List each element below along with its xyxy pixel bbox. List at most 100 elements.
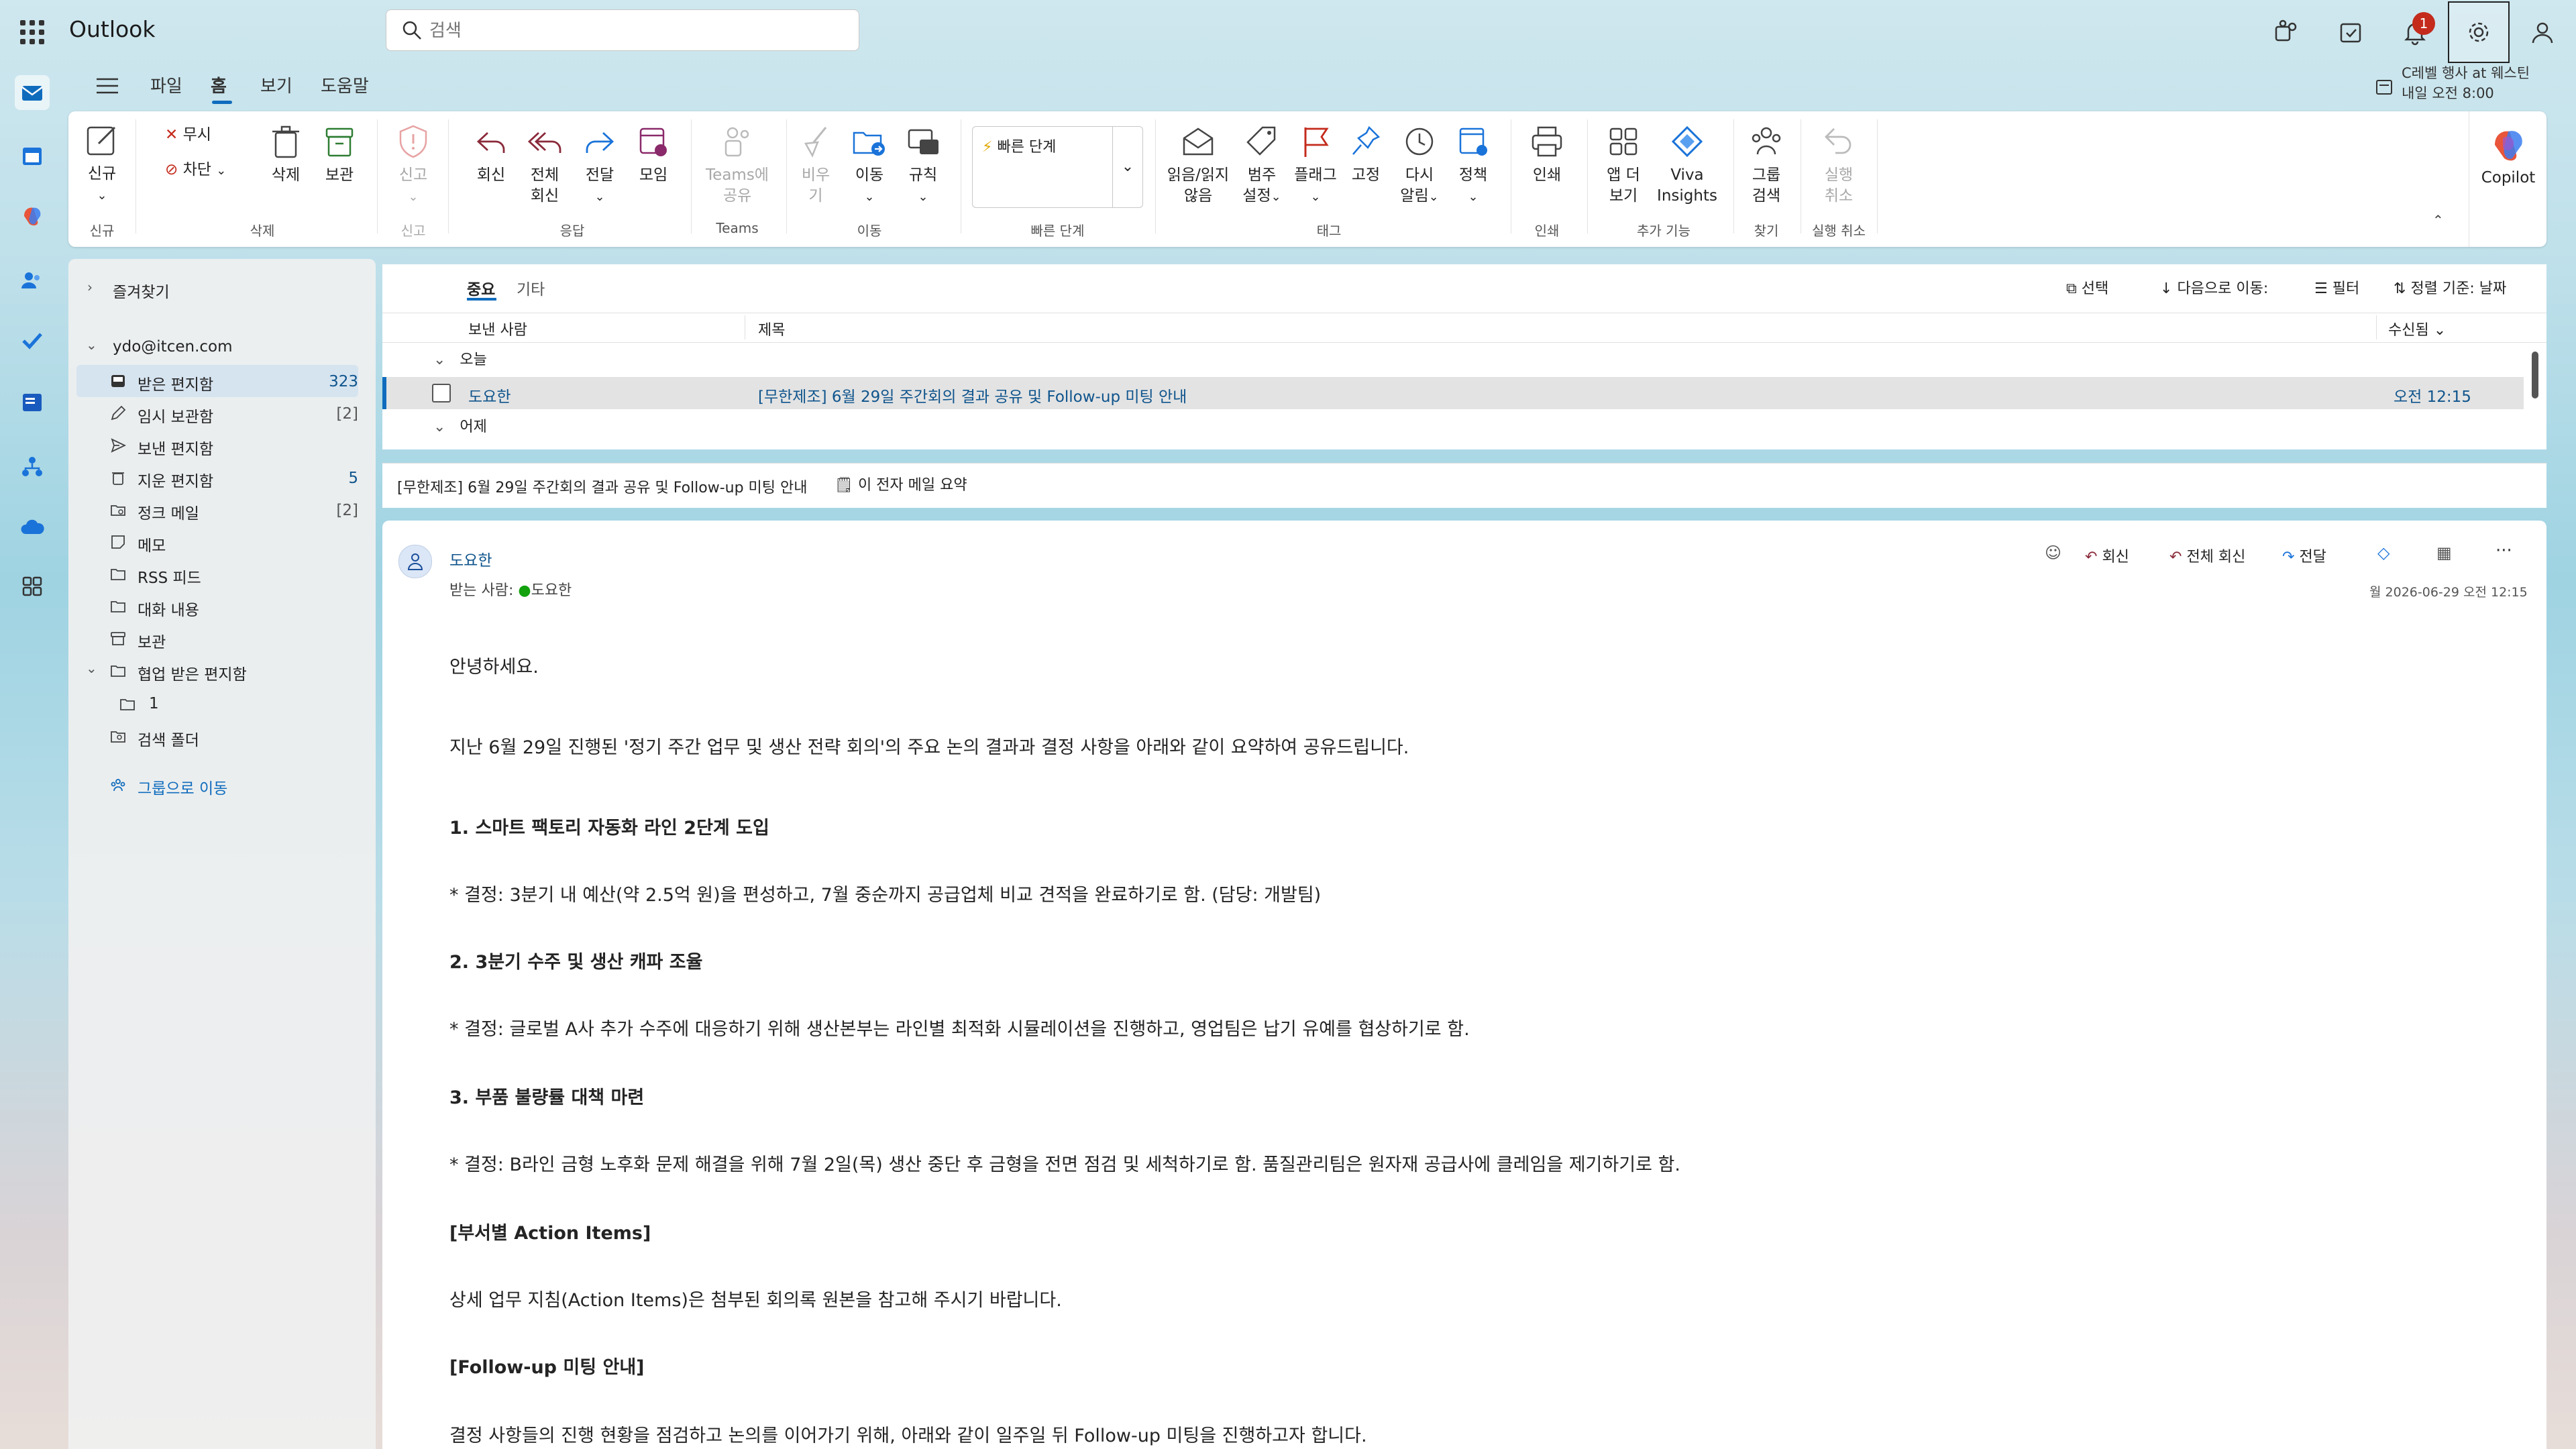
quick-steps-expand-icon[interactable]: ⌄ xyxy=(1112,127,1142,207)
tab-home[interactable]: 홈 xyxy=(211,72,227,97)
tab-other[interactable]: 기타 xyxy=(517,276,545,299)
inbox-icon xyxy=(111,375,125,387)
report-button[interactable]: 신고 ⌄ xyxy=(393,123,433,207)
my-day-icon[interactable] xyxy=(2334,15,2369,50)
folder-search-folders[interactable]: 검색 폴더 xyxy=(68,720,358,753)
search-input[interactable] xyxy=(428,17,833,45)
sweep-button[interactable]: 비우기 xyxy=(796,123,836,207)
reading-reply-button[interactable]: ↶ 회신 xyxy=(2085,545,2129,566)
viva-icon[interactable]: ◇ xyxy=(2377,543,2390,562)
favorites-section[interactable]: › 즐겨찾기 xyxy=(68,272,358,305)
copilot-button[interactable]: Copilot xyxy=(2469,111,2547,247)
group-label-new: 신규 xyxy=(89,223,115,239)
more-actions-icon[interactable]: ··· xyxy=(2496,541,2512,561)
policy-button[interactable]: 정책 ⌄ xyxy=(1453,123,1493,207)
tab-focused[interactable]: 중요 xyxy=(467,276,495,299)
onedrive-icon[interactable] xyxy=(15,510,50,545)
rules-button[interactable]: 규칙 ⌄ xyxy=(903,123,943,207)
ignore-button[interactable]: ✕ 무시 xyxy=(165,125,211,146)
reading-forward-button[interactable]: ↷ 전달 xyxy=(2282,545,2326,566)
folder-inbox[interactable]: 받은 편지함 323 xyxy=(76,365,358,397)
group-header-today[interactable]: ⌄ 오늘 xyxy=(433,347,487,369)
block-button[interactable]: ⊘ 차단 ⌄ xyxy=(165,160,226,181)
people-icon[interactable] xyxy=(15,263,50,298)
reading-subject: [무한제조] 6월 29일 주간회의 결과 공유 및 Follow-up 미팅 … xyxy=(397,480,808,496)
apps-icon[interactable]: ▦ xyxy=(2436,543,2452,562)
message-list: 중요 기타 ⧉ 선택 ↓ 다음으로 이동: ☰ 필터 ⇅ 정렬 기준: 날짜 보… xyxy=(382,264,2546,449)
todo-icon[interactable] xyxy=(15,323,50,358)
more-apps-button[interactable]: 앱 더 보기 xyxy=(1603,123,1644,207)
forward-button[interactable]: 전달 ⌄ xyxy=(580,123,620,207)
settings-button[interactable] xyxy=(2448,1,2510,63)
print-button[interactable]: 인쇄 xyxy=(1527,123,1567,186)
group-header-yesterday[interactable]: ⌄ 어제 xyxy=(433,415,487,436)
reaction-emoji-icon[interactable]: ☺ xyxy=(2045,543,2061,562)
flag-button[interactable]: 플래그 ⌄ xyxy=(1292,123,1339,207)
summarize-email-button[interactable]: 🗒 이 전자 메일 요약 xyxy=(835,473,967,494)
tab-file[interactable]: 파일 xyxy=(150,72,182,97)
folder-collab-inbox[interactable]: ⌄ 협업 받은 편지함 xyxy=(68,655,358,687)
teams-icon[interactable] xyxy=(2268,15,2303,50)
more-apps-icon[interactable] xyxy=(15,569,50,604)
undo-button[interactable]: 실행 취소 xyxy=(1815,123,1862,207)
filter-button[interactable]: ☰ 필터 xyxy=(2314,276,2359,298)
folder-drafts[interactable]: 임시 보관함 [2] xyxy=(68,397,358,429)
move-button[interactable]: 이동 ⌄ xyxy=(849,123,890,207)
go-to-groups-link[interactable]: 그룹으로 이동 xyxy=(68,769,358,801)
app-launcher-icon[interactable] xyxy=(20,20,44,44)
column-header-from[interactable]: 보낸 사람 xyxy=(468,318,527,339)
folder-deleted[interactable]: 지운 편지함 5 xyxy=(68,462,358,494)
viva-insights-button[interactable]: Viva Insights xyxy=(1650,123,1724,207)
group-search-button[interactable]: 그룹 검색 xyxy=(1743,123,1790,207)
sender-name[interactable]: 도요한 xyxy=(449,547,492,570)
folder-sent[interactable]: 보낸 편지함 xyxy=(68,429,358,462)
select-button[interactable]: ⧉ 선택 xyxy=(2066,276,2108,298)
reply-all-button[interactable]: 전체 회신 xyxy=(525,123,565,207)
hamburger-menu-icon[interactable] xyxy=(94,74,121,101)
row-checkbox[interactable] xyxy=(432,384,451,402)
word-icon[interactable] xyxy=(15,385,50,420)
archive-button[interactable]: 보관 xyxy=(319,123,360,186)
share-to-teams-button[interactable]: Teams에 공유 xyxy=(702,123,773,207)
table-row[interactable]: 도요한 [무한제조] 6월 29일 주간회의 결과 공유 및 Follow-up… xyxy=(382,377,2524,409)
filter-icon: ☰ xyxy=(2314,280,2328,297)
folder-conversation-history[interactable]: 대화 내용 xyxy=(68,590,358,623)
reply-button[interactable]: 회신 xyxy=(471,123,511,186)
pin-button[interactable]: 고정 xyxy=(1346,123,1386,186)
folder-1[interactable]: 1 xyxy=(68,688,358,720)
body-heading: 1. 스마트 팩토리 자동화 라인 2단계 도입 xyxy=(449,818,769,839)
group-label-move: 이동 xyxy=(857,223,882,239)
reading-reply-all-button[interactable]: ↶ 전체 회신 xyxy=(2169,545,2245,566)
sender-avatar[interactable] xyxy=(398,545,432,578)
categorize-button[interactable]: 범주 설정⌄ xyxy=(1238,123,1285,207)
jump-to-button[interactable]: ↓ 다음으로 이동: xyxy=(2160,276,2268,298)
folder-junk[interactable]: 정크 메일 [2] xyxy=(68,494,358,526)
read-unread-button[interactable]: 읽음/읽지 않음 xyxy=(1165,123,1232,207)
org-explorer-icon[interactable] xyxy=(15,449,50,484)
chevron-down-icon: ⌄ xyxy=(86,337,97,353)
quick-steps-gallery[interactable]: ⚡ 빠른 단계 ⌄ xyxy=(972,126,1143,208)
folder-notes[interactable]: 메모 xyxy=(68,526,358,558)
tab-view[interactable]: 보기 xyxy=(260,72,292,97)
calendar-icon[interactable] xyxy=(15,138,50,173)
reply-all-icon xyxy=(527,131,561,153)
folder-archive[interactable]: 보관 xyxy=(68,623,358,655)
copilot-rail-icon[interactable] xyxy=(15,199,50,233)
account-section[interactable]: ⌄ ydo@itcen.com xyxy=(68,331,358,364)
mail-icon[interactable] xyxy=(15,75,50,110)
search-box[interactable] xyxy=(386,9,859,51)
column-header-subject[interactable]: 제목 xyxy=(758,318,785,339)
new-mail-button[interactable]: 신규 ⌄ xyxy=(82,122,122,206)
list-scrollbar[interactable] xyxy=(2532,352,2538,398)
sort-button[interactable]: ⇅ 정렬 기준: 날짜 xyxy=(2394,276,2506,298)
account-avatar-icon[interactable] xyxy=(2525,15,2560,50)
collapse-ribbon-icon[interactable]: ⌃ xyxy=(2432,212,2444,228)
column-header-received[interactable]: 수신됨 ⌄ xyxy=(2388,318,2446,339)
snooze-button[interactable]: 다시 알림⌄ xyxy=(1399,123,1440,207)
tab-help[interactable]: 도움말 xyxy=(321,72,369,97)
folder-rss[interactable]: RSS 피드 xyxy=(68,558,358,590)
upcoming-event[interactable]: C레벨 행사 at 웨스틴 내일 오전 8:00 xyxy=(2402,63,2530,103)
groups-icon xyxy=(111,779,125,792)
meeting-button[interactable]: 모임 xyxy=(633,123,674,186)
delete-button[interactable]: 삭제 xyxy=(266,123,306,186)
